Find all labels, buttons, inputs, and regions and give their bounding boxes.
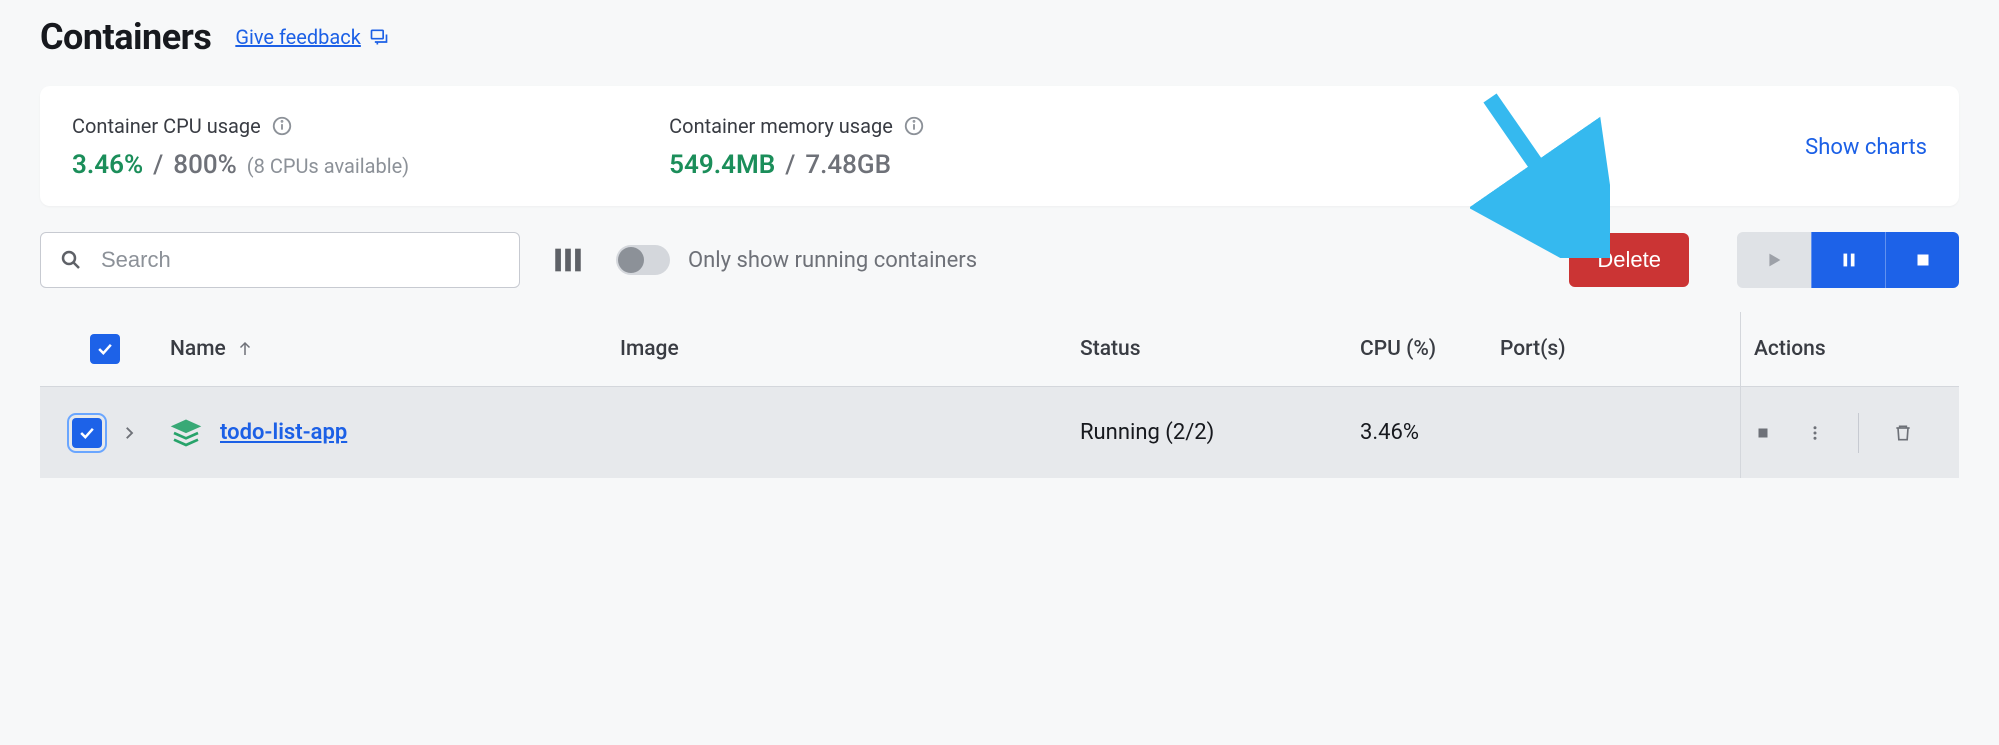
search-box[interactable] xyxy=(40,232,520,288)
stop-icon xyxy=(1912,249,1934,271)
containers-table: Name Image Status CPU (%) Port(s) Action… xyxy=(40,312,1959,478)
memory-usage-max: 7.48GB xyxy=(805,150,891,180)
play-icon xyxy=(1763,249,1785,271)
row-stop-button[interactable] xyxy=(1754,424,1772,442)
cpu-usage-sub: (8 CPUs available) xyxy=(247,154,409,178)
stack-icon xyxy=(170,417,202,449)
sort-asc-icon xyxy=(236,340,254,358)
stop-icon xyxy=(1754,424,1772,442)
info-icon[interactable] xyxy=(271,115,293,137)
toolbar: Only show running containers Delete xyxy=(40,232,1959,288)
stop-button[interactable] xyxy=(1885,232,1959,288)
search-icon xyxy=(59,248,83,272)
col-ports[interactable]: Port(s) xyxy=(1500,337,1740,361)
feedback-icon xyxy=(369,27,389,47)
cpu-usage-label: Container CPU usage xyxy=(72,114,261,138)
col-image[interactable]: Image xyxy=(620,337,1080,361)
cpu-usage-value: 3.46% xyxy=(72,150,143,180)
kebab-icon xyxy=(1806,424,1824,442)
pause-icon xyxy=(1838,249,1860,271)
page-title: Containers xyxy=(40,16,211,58)
columns-button[interactable] xyxy=(548,240,588,280)
table-header: Name Image Status CPU (%) Port(s) Action… xyxy=(40,312,1959,386)
memory-usage-value: 549.4MB xyxy=(669,150,775,180)
show-charts-link[interactable]: Show charts xyxy=(1805,135,1927,160)
container-name-link[interactable]: todo-list-app xyxy=(220,420,347,445)
trash-icon xyxy=(1893,423,1913,443)
info-icon[interactable] xyxy=(903,115,925,137)
row-status: Running (2/2) xyxy=(1080,420,1360,445)
row-more-button[interactable] xyxy=(1806,424,1824,442)
pause-button[interactable] xyxy=(1811,232,1885,288)
running-only-toggle[interactable] xyxy=(616,245,670,275)
running-only-label: Only show running containers xyxy=(688,248,977,273)
col-cpu[interactable]: CPU (%) xyxy=(1360,337,1500,361)
memory-usage-label: Container memory usage xyxy=(669,114,893,138)
delete-button[interactable]: Delete xyxy=(1569,233,1689,287)
row-cpu: 3.46% xyxy=(1360,420,1500,445)
bulk-action-group xyxy=(1737,232,1959,288)
cpu-usage-block: Container CPU usage 3.46% / 800% (8 CPUs… xyxy=(72,114,409,180)
col-name[interactable]: Name xyxy=(170,337,226,361)
chevron-right-icon xyxy=(120,424,138,442)
memory-usage-block: Container memory usage 549.4MB / 7.48GB xyxy=(669,114,925,180)
give-feedback-label: Give feedback xyxy=(235,25,361,49)
table-row[interactable]: todo-list-app Running (2/2) 3.46% xyxy=(40,386,1959,478)
give-feedback-link[interactable]: Give feedback xyxy=(235,25,389,49)
cpu-usage-max: 800% xyxy=(173,150,236,180)
row-delete-button[interactable] xyxy=(1893,423,1913,443)
expand-row-button[interactable] xyxy=(120,424,138,442)
start-button[interactable] xyxy=(1737,232,1811,288)
search-input[interactable] xyxy=(101,247,501,273)
col-status[interactable]: Status xyxy=(1080,337,1360,361)
stats-card: Container CPU usage 3.46% / 800% (8 CPUs… xyxy=(40,86,1959,206)
select-all-checkbox[interactable] xyxy=(90,334,120,364)
col-actions: Actions xyxy=(1740,337,1959,361)
row-checkbox[interactable] xyxy=(72,418,102,448)
columns-icon xyxy=(551,243,585,277)
